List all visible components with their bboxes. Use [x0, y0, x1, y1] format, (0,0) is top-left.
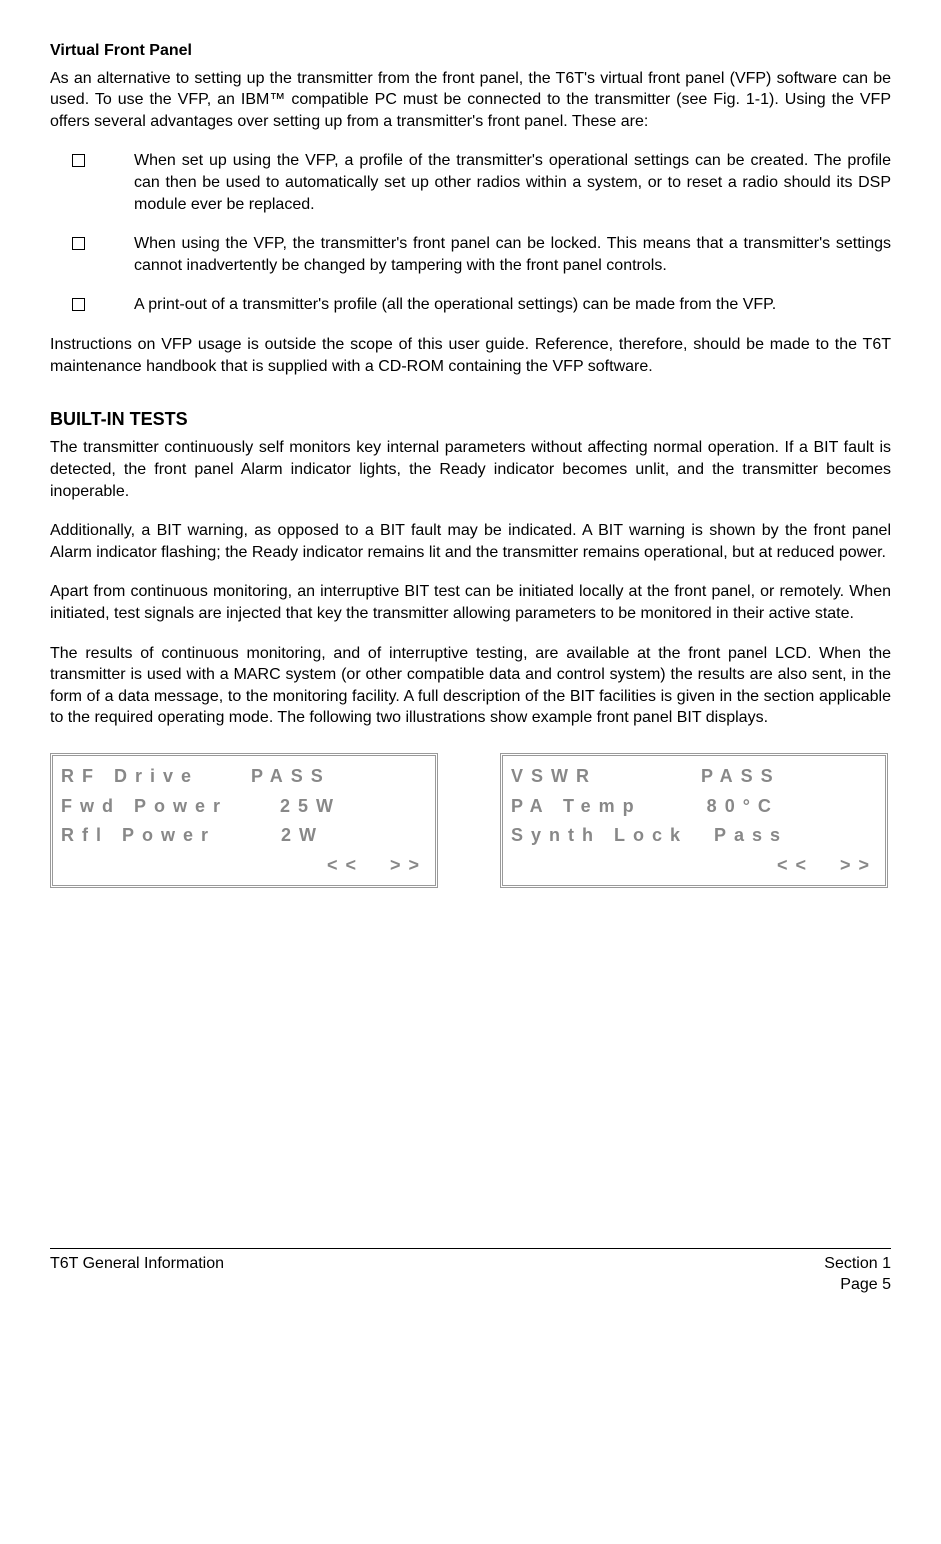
bit-p2: Additionally, a BIT warning, as opposed …: [50, 520, 891, 563]
bit-p4: The results of continuous monitoring, an…: [50, 643, 891, 729]
bullet-item: When set up using the VFP, a profile of …: [50, 150, 891, 215]
vfp-title: Virtual Front Panel: [50, 40, 891, 62]
bullet-text: When using the VFP, the transmitter's fr…: [134, 233, 891, 276]
bullet-item: A print-out of a transmitter's profile (…: [50, 294, 891, 316]
lcd-panel-2: VSWR PASS PA Temp 80°C Synth Lock Pass <…: [500, 753, 888, 888]
lcd-line: VSWR PASS: [511, 762, 877, 792]
lcd-line: Rfl Power 2W: [61, 821, 427, 851]
bullet-text: When set up using the VFP, a profile of …: [134, 150, 891, 215]
lcd-panel-1: RF Drive PASS Fwd Power 25W Rfl Power 2W…: [50, 753, 438, 888]
vfp-outro: Instructions on VFP usage is outside the…: [50, 334, 891, 377]
footer-left: T6T General Information: [50, 1253, 224, 1296]
lcd-nav-line: << >>: [511, 851, 877, 881]
bit-p1: The transmitter continuously self monito…: [50, 437, 891, 502]
vfp-bullet-list: When set up using the VFP, a profile of …: [50, 150, 891, 316]
footer-page: Page 5: [824, 1274, 891, 1296]
lcd-nav-line: << >>: [61, 851, 427, 881]
bit-p3: Apart from continuous monitoring, an int…: [50, 581, 891, 624]
lcd-line: Fwd Power 25W: [61, 792, 427, 822]
bit-title: BUILT-IN TESTS: [50, 407, 891, 431]
footer-section: Section 1: [824, 1253, 891, 1275]
lcd-line: RF Drive PASS: [61, 762, 427, 792]
lcd-line: Synth Lock Pass: [511, 821, 877, 851]
bullet-marker: [50, 150, 134, 215]
bullet-marker: [50, 233, 134, 276]
lcd-line: PA Temp 80°C: [511, 792, 877, 822]
bullet-item: When using the VFP, the transmitter's fr…: [50, 233, 891, 276]
page-footer: T6T General Information Section 1 Page 5: [50, 1248, 891, 1296]
bullet-text: A print-out of a transmitter's profile (…: [134, 294, 891, 316]
footer-right: Section 1 Page 5: [824, 1253, 891, 1296]
bullet-marker: [50, 294, 134, 316]
lcd-row: RF Drive PASS Fwd Power 25W Rfl Power 2W…: [50, 753, 891, 888]
vfp-intro: As an alternative to setting up the tran…: [50, 68, 891, 133]
